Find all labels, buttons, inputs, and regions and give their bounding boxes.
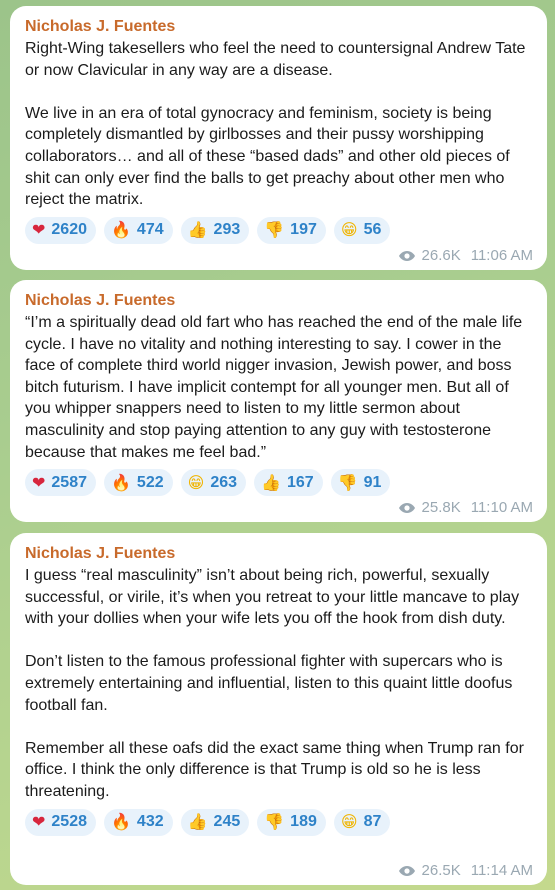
thumbs-up-icon: 👍 [187,220,208,240]
reaction-count: 2528 [51,813,87,831]
message-author[interactable]: Nicholas J. Fuentes [25,290,533,312]
fire-icon: 🔥 [111,220,131,240]
reaction-count: 189 [290,813,317,831]
reaction-thumbs-down[interactable]: 👎 189 [257,808,326,836]
grin-icon: 😁 [340,812,358,832]
view-count: 26.5K [421,862,461,879]
message-meta: 26.5K 11:14 AM [398,862,533,879]
reaction-count: 432 [136,813,164,831]
reaction-bar: ❤ 2587 🔥 522 😁 263 👍 167 👎 91 [25,469,533,497]
reaction-heart[interactable]: ❤ 2620 [25,216,96,244]
thumbs-up-icon: 👍 [187,812,208,832]
views-eye-icon [398,250,415,261]
reaction-count: 87 [363,813,382,831]
reaction-thumbs-down[interactable]: 👎 197 [257,216,326,244]
reaction-count: 522 [136,473,164,491]
reaction-grin[interactable]: 😁 87 [333,808,391,836]
thumbs-down-icon: 👎 [264,812,285,832]
reaction-grin[interactable]: 😁 56 [333,216,391,244]
heart-icon: ❤ [32,220,46,240]
reaction-thumbs-down[interactable]: 👎 91 [330,469,391,497]
message-time: 11:10 AM [470,499,533,516]
reaction-count: 263 [210,473,238,491]
views-eye-icon [398,865,415,876]
reaction-count: 2587 [51,473,87,491]
message-meta: 26.6K 11:06 AM [398,247,533,264]
heart-icon: ❤ [32,812,46,832]
reaction-count: 56 [363,221,382,239]
reaction-bar: ❤ 2620 🔥 474 👍 293 👎 197 😁 56 [25,216,533,244]
thumbs-down-icon: 👎 [264,220,285,240]
message-bubble-1: Nicholas J. Fuentes Right-Wing takeselle… [10,6,547,270]
message-text: Right-Wing takesellers who feel the need… [25,40,526,209]
fire-icon: 🔥 [111,812,131,832]
reaction-thumbs-up[interactable]: 👍 167 [254,469,323,497]
message-author[interactable]: Nicholas J. Fuentes [25,16,533,38]
reaction-count: 197 [290,221,317,239]
message-meta: 25.8K 11:10 AM [398,499,533,516]
reaction-fire[interactable]: 🔥 522 [104,469,173,497]
thumbs-down-icon: 👎 [337,472,358,492]
message-time: 11:14 AM [470,862,533,879]
reaction-fire[interactable]: 🔥 432 [104,808,173,836]
reaction-count: 91 [363,473,382,491]
message-bubble-3: Nicholas J. Fuentes I guess “real mascul… [10,533,547,885]
message-text: I guess “real masculinity” isn’t about b… [25,567,524,800]
fire-icon: 🔥 [111,472,131,492]
message-author[interactable]: Nicholas J. Fuentes [25,543,533,565]
message-time: 11:06 AM [470,247,533,264]
view-count: 25.8K [421,499,461,516]
heart-icon: ❤ [32,472,46,492]
reaction-thumbs-up[interactable]: 👍 293 [180,216,250,244]
reaction-count: 474 [136,221,164,239]
thumbs-up-icon: 👍 [261,472,281,492]
reaction-bar: ❤ 2528 🔥 432 👍 245 👎 189 😁 87 [25,808,533,836]
grin-icon: 😁 [187,472,205,492]
reaction-fire[interactable]: 🔥 474 [104,216,173,244]
reaction-count: 167 [286,473,314,491]
reaction-count: 245 [213,813,241,831]
reaction-heart[interactable]: ❤ 2587 [25,469,96,497]
reaction-heart[interactable]: ❤ 2528 [25,808,96,836]
views-eye-icon [398,502,415,513]
reaction-count: 293 [213,221,241,239]
message-text: “I’m a spiritually dead old fart who has… [25,314,527,461]
grin-icon: 😁 [340,220,358,240]
reaction-count: 2620 [51,221,87,239]
reaction-grin[interactable]: 😁 263 [180,469,247,497]
reaction-thumbs-up[interactable]: 👍 245 [180,808,250,836]
view-count: 26.6K [421,247,461,264]
message-bubble-2: Nicholas J. Fuentes “I’m a spiritually d… [10,280,547,522]
